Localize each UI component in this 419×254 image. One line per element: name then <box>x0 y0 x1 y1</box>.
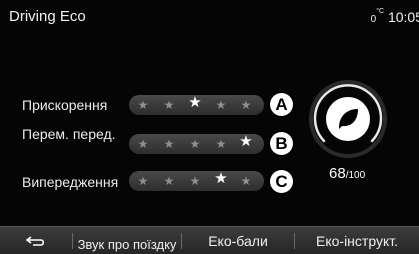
status-area: 0°C 10:05 <box>370 8 419 25</box>
back-button[interactable] <box>0 227 72 254</box>
star-icon: ★ <box>137 137 149 151</box>
star-icon: ★ <box>137 98 149 112</box>
eco-score-max: /100 <box>345 170 366 181</box>
star-icon: ★ <box>215 98 227 112</box>
eco-points-label: Еко-бали <box>208 232 268 249</box>
bottom-bar: Звук про поїздку Еко-бали Еко-інструкт. <box>0 226 419 254</box>
eco-tutorial-label: Еко-інструкт. <box>316 232 398 249</box>
eco-points-button[interactable]: Еко-бали <box>182 227 294 254</box>
temperature-unit: °C <box>376 8 385 15</box>
star-icon: ★ <box>163 137 175 151</box>
row-label-gear-shift: Перем. перед. <box>22 126 116 142</box>
trip-sound-button[interactable]: Звук про поїздку <box>73 227 181 254</box>
star-icon: ★ <box>137 174 149 188</box>
row-label-acceleration: Прискорення <box>22 97 108 113</box>
eco-score: 68/100 <box>329 165 365 182</box>
back-arrow-icon <box>25 235 45 246</box>
clock-time: 10:05 <box>387 9 419 25</box>
star-icon: ★ <box>239 133 253 150</box>
temperature-value: 0 <box>370 14 377 25</box>
star-icon: ★ <box>163 98 175 112</box>
badge-a[interactable]: A <box>270 93 293 116</box>
rating-track-acceleration: ★ ★ ★ ★ ★ <box>129 95 264 115</box>
row-label-overtaking: Випередження <box>22 174 119 190</box>
star-icon: ★ <box>240 98 252 112</box>
eco-score-value: 68 <box>329 165 346 182</box>
star-icon: ★ <box>163 174 175 188</box>
badge-b[interactable]: B <box>270 132 293 155</box>
rating-track-gear-shift: ★ ★ ★ ★ ★ <box>129 134 264 154</box>
rating-track-overtaking: ★ ★ ★ ★ ★ <box>129 171 264 191</box>
trip-sound-label: Звук про поїздку <box>77 237 177 252</box>
star-icon: ★ <box>188 94 202 111</box>
star-icon: ★ <box>189 174 201 188</box>
badge-c[interactable]: C <box>270 170 293 193</box>
star-icon: ★ <box>215 137 227 151</box>
star-icon: ★ <box>189 137 201 151</box>
star-icon: ★ <box>240 174 252 188</box>
page-title: Driving Eco <box>9 8 86 25</box>
star-icon: ★ <box>214 170 228 187</box>
eco-tutorial-button[interactable]: Еко-інструкт. <box>295 227 419 254</box>
eco-score-gauge <box>308 79 388 159</box>
